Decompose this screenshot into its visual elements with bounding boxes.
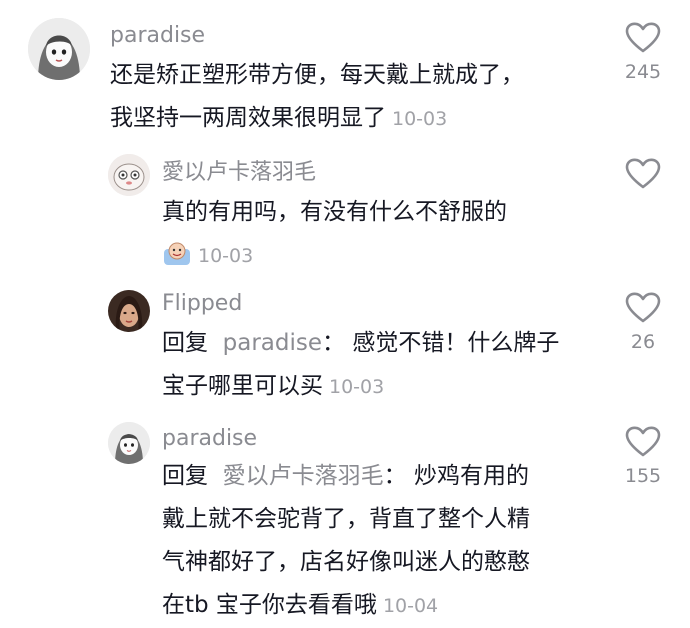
comment-item: paradise 还是矫正塑形带方便，每天戴上就成了， 我坚持一两周效果很明显了…	[0, 0, 690, 150]
avatar[interactable]	[108, 154, 150, 196]
comment-text: 回复 paradise： 感觉不错！什么牌子 宝子哪里可以买 10-03	[162, 322, 559, 409]
reply-separator: ：	[322, 330, 345, 356]
comment-text: 还是矫正塑形带方便，每天戴上就成了， 我坚持一两周效果很明显了 10-03	[110, 54, 524, 141]
comment-text: 回复 愛以卢卡落羽毛： 炒鸡有用的 戴上就不会驼背了，背直了整个人精 气神都好了…	[162, 455, 530, 628]
comment-text-line: 回复 愛以卢卡落羽毛： 炒鸡有用的	[162, 455, 530, 498]
comment-text-line: 真的有用吗，有没有什么不舒服的	[162, 199, 507, 225]
heart-outline-icon	[625, 158, 661, 189]
like-button[interactable]: 245	[608, 22, 678, 84]
comment-text-line: 戴上就不会驼背了，背直了整个人精	[162, 506, 530, 532]
like-button[interactable]: 155	[608, 426, 678, 488]
reply-prefix: 回复	[162, 330, 208, 356]
grinning-sticker-emoji	[162, 239, 192, 265]
heart-outline-icon	[625, 292, 661, 323]
like-button[interactable]: 26	[608, 292, 678, 354]
comment-timestamp: 10-03	[198, 245, 254, 267]
comment-username[interactable]: paradise	[162, 425, 257, 453]
comment-text-line: 回复 paradise： 感觉不错！什么牌子	[162, 322, 559, 365]
reply-mention[interactable]: paradise	[223, 330, 322, 356]
avatar-illustration-icon	[28, 18, 90, 80]
like-count: 245	[624, 61, 662, 83]
heart-outline-icon	[625, 22, 661, 53]
like-count: 155	[624, 465, 662, 487]
comment-timestamp: 10-04	[382, 595, 439, 617]
comment-text-line-content: 在tb 宝子你去看看哦	[162, 592, 377, 618]
comment-text-line: 宝子哪里可以买 10-03	[162, 365, 559, 409]
comment-text-line-content: 炒鸡有用的	[413, 463, 529, 489]
comment-text-line: 还是矫正塑形带方便，每天戴上就成了，	[110, 62, 524, 88]
comment-username[interactable]: paradise	[110, 22, 205, 50]
comment-username[interactable]: 愛以卢卡落羽毛	[162, 159, 316, 187]
comment-text-line-content: 感觉不错！什么牌子	[352, 330, 560, 356]
reply-prefix: 回复	[162, 463, 208, 489]
avatar-cartoon-icon	[108, 154, 150, 196]
comment-timestamp: 10-03	[392, 108, 448, 130]
comment-username[interactable]: Flipped	[162, 290, 242, 318]
avatar-photo-icon	[108, 290, 150, 332]
like-button[interactable]	[608, 158, 678, 190]
like-count: 26	[630, 331, 656, 353]
comment-text: 真的有用吗，有没有什么不舒服的 10-03	[162, 191, 507, 278]
comment-text-line-content: 我坚持一两周效果很明显了	[110, 105, 386, 131]
reply-item: paradise 回复 愛以卢卡落羽毛： 炒鸡有用的 戴上就不会驼背了，背直了整…	[0, 414, 690, 618]
comment-timestamp: 10-03	[329, 376, 385, 398]
comment-text-line-content: 宝子哪里可以买	[162, 373, 323, 399]
comment-text-line: 气神都好了，店名好像叫迷人的憨憨	[162, 549, 530, 575]
comment-meta-line: 10-03	[162, 234, 507, 278]
avatar[interactable]	[108, 290, 150, 332]
heart-outline-icon	[625, 426, 661, 457]
reply-mention[interactable]: 愛以卢卡落羽毛	[223, 463, 384, 489]
avatar[interactable]	[108, 422, 150, 464]
avatar-illustration-icon	[108, 422, 150, 464]
comment-text-line: 在tb 宝子你去看看哦 10-04	[162, 584, 530, 628]
comment-text-line: 我坚持一两周效果很明显了 10-03	[110, 97, 524, 141]
reply-item: Flipped 回复 paradise： 感觉不错！什么牌子 宝子哪里可以买 10…	[0, 280, 690, 414]
reply-item: 愛以卢卡落羽毛 真的有用吗，有没有什么不舒服的 10-03	[0, 150, 690, 280]
avatar[interactable]	[28, 18, 90, 80]
reply-separator: ：	[383, 463, 407, 489]
